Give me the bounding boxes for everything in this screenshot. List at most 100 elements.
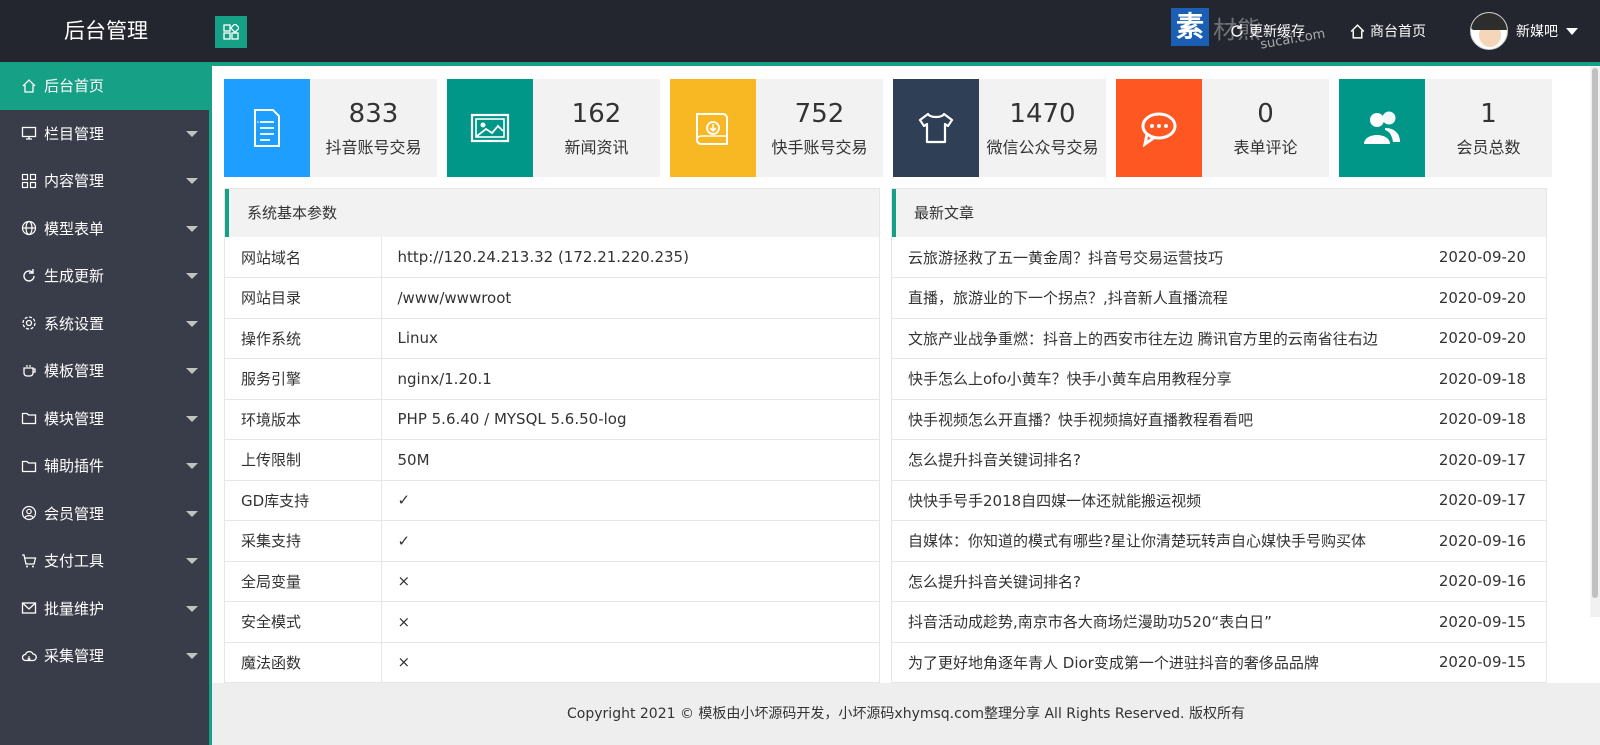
sidebar-item-11[interactable]: 批量维护 xyxy=(0,585,212,633)
article-title-link[interactable]: 云旅游拯救了五一黄金周？抖音号交易运营技巧 xyxy=(892,237,1426,278)
param-value: PHP 5.6.40 / MYSQL 5.6.50-log xyxy=(381,399,879,440)
article-title-link[interactable]: 直播，旅游业的下一个拐点？,抖音新人直播流程 xyxy=(892,277,1426,319)
footer: Copyright 2021 © 模板由小坏源码开发，小坏源码xhymsq.co… xyxy=(212,683,1600,745)
sidebar-item-5[interactable]: 系统设置 xyxy=(0,300,212,348)
app-logo[interactable]: 后台管理 xyxy=(0,0,212,62)
param-key: 网站目录 xyxy=(225,277,382,319)
stat-body: 1 会员总数 xyxy=(1425,79,1552,177)
chevron-down-icon xyxy=(186,463,198,469)
stat-label: 新闻资讯 xyxy=(564,138,629,157)
list-item[interactable]: 怎么提升抖音关键词排名? 2020-09-17 xyxy=(892,439,1546,481)
params-table: 网站域名 http://120.24.213.32 (172.21.220.235… xyxy=(225,237,879,683)
sidebar-item-10[interactable]: 支付工具 xyxy=(0,537,212,585)
stat-value: 162 xyxy=(571,99,622,129)
list-item[interactable]: 云旅游拯救了五一黄金周？抖音号交易运营技巧 2020-09-20 xyxy=(892,237,1546,278)
mail-icon xyxy=(20,599,38,617)
sidebar-item-label: 模块管理 xyxy=(44,409,105,428)
sidebar-item-1[interactable]: 栏目管理 xyxy=(0,110,212,158)
table-row: 上传限制 50M xyxy=(225,439,879,481)
top-header: 后台管理 素 材熊 sucai.com 更新缓存 商台首页 新媒吧 xyxy=(0,0,1600,62)
sidebar-item-8[interactable]: 辅助插件 xyxy=(0,442,212,490)
article-title-link[interactable]: 为了更好地角逐年青人 Dior变成第一个进驻抖音的奢侈品品牌 xyxy=(892,642,1426,683)
site-home-link[interactable]: 商台首页 xyxy=(1349,21,1426,41)
watermark-mark: 素 xyxy=(1171,8,1209,46)
article-title-link[interactable]: 快手怎么上ofo小黄车？快手小黄车启用教程分享 xyxy=(892,358,1426,400)
list-item[interactable]: 抖音活动成趁势,南京市各大商场烂漫助功520“表白日” 2020-09-15 xyxy=(892,601,1546,643)
article-title-link[interactable]: 抖音活动成趁势,南京市各大商场烂漫助功520“表白日” xyxy=(892,601,1426,643)
home-icon xyxy=(20,77,38,95)
table-row: 采集支持 ✓ xyxy=(225,520,879,562)
article-title-link[interactable]: 快快手号手2018自四媒一体还就能搬运视频 xyxy=(892,480,1426,521)
chevron-down-icon xyxy=(186,225,198,232)
param-value: nginx/1.20.1 xyxy=(381,358,879,400)
stat-card[interactable]: 162 新闻资讯 xyxy=(447,79,660,177)
gear-icon xyxy=(20,314,38,332)
folder-icon xyxy=(20,409,38,427)
stat-card[interactable]: 1 会员总数 xyxy=(1339,79,1552,177)
param-key: 采集支持 xyxy=(225,520,382,562)
sidebar-item-7[interactable]: 模块管理 xyxy=(0,395,212,443)
chevron-down-icon xyxy=(1566,27,1578,35)
stat-value: 0 xyxy=(1257,99,1274,129)
article-title-link[interactable]: 自媒体：你知道的模式有哪些?星让你清楚玩转声自心媒快手号购买体 xyxy=(892,520,1426,562)
panel-title: 最新文章 xyxy=(892,189,1546,237)
sidebar-item-2[interactable]: 内容管理 xyxy=(0,157,212,205)
stat-card[interactable]: 1470 微信公众号交易 xyxy=(893,79,1106,177)
articles-table: 云旅游拯救了五一黄金周？抖音号交易运营技巧 2020-09-20 直播，旅游业的下一… xyxy=(892,237,1546,683)
article-title-link[interactable]: 快手视频怎么开直播？快手视频搞好直播教程看看吧 xyxy=(892,399,1426,440)
list-item[interactable]: 快快手号手2018自四媒一体还就能搬运视频 2020-09-17 xyxy=(892,480,1546,521)
article-date: 2020-09-16 xyxy=(1426,561,1546,602)
article-title-link[interactable]: 文旅产业战争重燃：抖音上的西安市往左边 腾讯官方里的云南省往右边 xyxy=(892,318,1426,359)
table-row: 网站目录/www/wwwroot xyxy=(225,277,879,319)
sidebar-item-0[interactable]: 后台首页 xyxy=(0,62,212,110)
user-icon xyxy=(20,504,38,522)
sidebar-item-label: 栏目管理 xyxy=(44,124,105,143)
sidebar-item-3[interactable]: 模型表单 xyxy=(0,205,212,253)
scrollbar-thumb[interactable] xyxy=(1592,68,1598,598)
sidebar-item-label: 模型表单 xyxy=(44,219,105,238)
sidebar-item-12[interactable]: 采集管理 xyxy=(0,632,212,680)
scrollbar[interactable] xyxy=(1590,66,1600,617)
article-title-link[interactable]: 怎么提升抖音关键词排名? xyxy=(892,439,1426,481)
users-icon xyxy=(1339,79,1425,177)
param-value: ✓ xyxy=(381,480,879,521)
article-title-link[interactable]: 怎么提升抖音关键词排名? xyxy=(892,561,1426,602)
refresh-icon xyxy=(1231,24,1243,37)
table-row: 网站域名 http://120.24.213.32 (172.21.220.235… xyxy=(225,237,879,278)
chevron-down-icon xyxy=(186,273,198,279)
table-row: 安全模式 × xyxy=(225,601,879,643)
stat-card[interactable]: 833 抖音账号交易 xyxy=(224,79,437,177)
sidebar-item-label: 后台首页 xyxy=(44,77,105,96)
stat-value: 833 xyxy=(348,99,399,129)
list-item[interactable]: 快手视频怎么开直播？快手视频搞好直播教程看看吧 2020-09-18 xyxy=(892,399,1546,440)
stat-card[interactable]: 0 表单评论 xyxy=(1116,79,1329,177)
list-item[interactable]: 自媒体：你知道的模式有哪些?星让你清楚玩转声自心媒快手号购买体 2020-09-1… xyxy=(892,520,1546,562)
user-menu[interactable]: 新媒吧 xyxy=(1470,12,1578,50)
param-key: 安全模式 xyxy=(225,601,382,643)
sidebar-toggle-button[interactable] xyxy=(215,16,247,48)
sidebar-item-label: 生成更新 xyxy=(44,267,105,286)
list-item[interactable]: 怎么提升抖音关键词排名? 2020-09-16 xyxy=(892,561,1546,602)
param-key: 服务引擎 xyxy=(225,358,382,400)
table-row: GD库支持 ✓ xyxy=(225,480,879,521)
list-item[interactable]: 为了更好地角逐年青人 Dior变成第一个进驻抖音的奢侈品品牌 2020-09-15 xyxy=(892,642,1546,683)
param-key: 操作系统 xyxy=(225,318,382,359)
main-content: 833 抖音账号交易 162 新闻资讯 752 快手账号交易 1470 微信公众号交易 0 表单评… xyxy=(212,66,1600,745)
list-item[interactable]: 文旅产业战争重燃：抖音上的西安市往左边 腾讯官方里的云南省往右边 2020-09-… xyxy=(892,318,1546,359)
article-date: 2020-09-20 xyxy=(1426,277,1546,319)
param-key: 魔法函数 xyxy=(225,642,382,683)
list-item[interactable]: 直播，旅游业的下一个拐点？,抖音新人直播流程 2020-09-20 xyxy=(892,277,1546,319)
update-cache-link[interactable]: 更新缓存 xyxy=(1229,21,1305,41)
sidebar-item-9[interactable]: 会员管理 xyxy=(0,490,212,538)
param-value: × xyxy=(381,601,879,643)
param-value: /www/wwwroot xyxy=(381,277,879,319)
sidebar-item-6[interactable]: 模板管理 xyxy=(0,347,212,395)
sidebar-item-4[interactable]: 生成更新 xyxy=(0,252,212,300)
article-date: 2020-09-17 xyxy=(1426,480,1546,521)
article-date: 2020-09-18 xyxy=(1426,358,1546,400)
stat-card[interactable]: 752 快手账号交易 xyxy=(670,79,883,177)
list-item[interactable]: 快手怎么上ofo小黄车？快手小黄车启用教程分享 2020-09-18 xyxy=(892,358,1546,400)
stat-body: 162 新闻资讯 xyxy=(533,79,660,177)
param-value: ✓ xyxy=(381,520,879,562)
param-key: 网站域名 xyxy=(225,237,382,278)
